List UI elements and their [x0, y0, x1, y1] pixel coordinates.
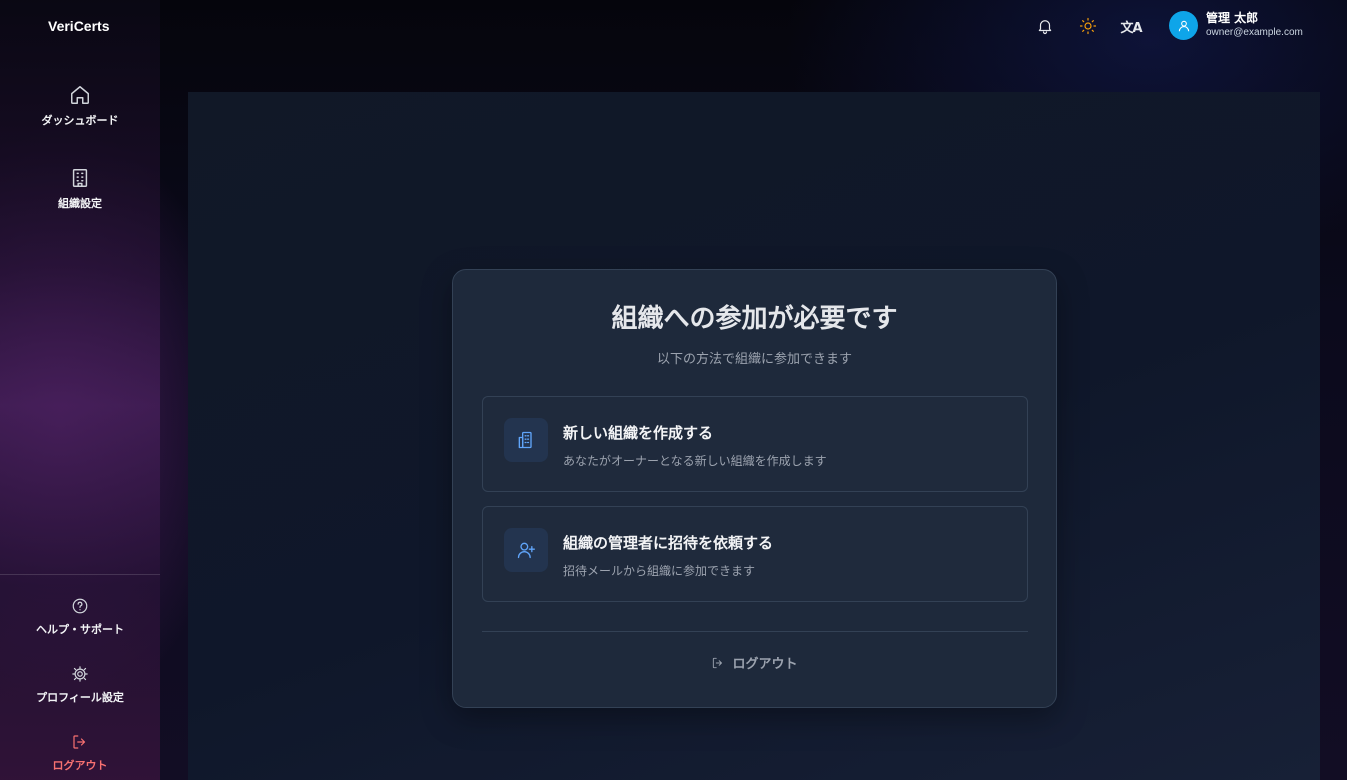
sun-icon: [1079, 17, 1097, 35]
card-divider: [482, 631, 1028, 632]
bell-icon: [1038, 20, 1052, 35]
sidebar-item-label: プロフィール設定: [36, 691, 124, 704]
option-description: あなたがオーナーとなる新しい組織を作成します: [563, 454, 827, 468]
page-subtitle: 以下の方法で組織に参加できます: [656, 352, 852, 367]
logout-label: ログアウト: [732, 657, 798, 672]
user-info: 管理 太郎 owner@example.com: [1206, 11, 1303, 40]
request-invitation-option[interactable]: 組織の管理者に招待を依頼する 招待メールから組織に参加できます: [482, 506, 1028, 602]
language-button[interactable]: 文A: [1120, 15, 1142, 37]
sidebar-item-label: ダッシュボード: [41, 114, 119, 127]
option-title: 組織の管理者に招待を依頼する: [563, 534, 774, 552]
theme-toggle-button[interactable]: [1077, 15, 1099, 37]
logout-icon: [73, 735, 86, 749]
avatar: [1169, 11, 1198, 40]
option-icon-container: [504, 418, 548, 462]
sidebar-divider: [0, 574, 160, 575]
sidebar-item-profile-settings[interactable]: プロフィール設定: [0, 665, 160, 705]
sidebar: VeriCerts ダッシュボード 組織設定 ヘルプ・サポート プロフィール設定: [0, 0, 160, 780]
option-icon-container: [504, 528, 548, 572]
create-organization-option[interactable]: 新しい組織を作成する あなたがオーナーとなる新しい組織を作成します: [482, 396, 1028, 492]
building-icon: [518, 431, 532, 449]
option-title: 新しい組織を作成する: [563, 424, 714, 442]
building-icon: [72, 169, 88, 187]
option-description: 招待メールから組織に参加できます: [563, 564, 756, 578]
page-title: 組織への参加が必要です: [611, 304, 898, 334]
user-icon: [1178, 20, 1189, 31]
sidebar-item-logout[interactable]: ログアウト: [0, 733, 160, 773]
brand-logo[interactable]: VeriCerts: [48, 18, 109, 34]
sidebar-item-help-support[interactable]: ヘルプ・サポート: [0, 597, 160, 637]
logout-button[interactable]: ログアウト: [453, 653, 1056, 672]
gear-icon: [72, 666, 88, 682]
user-email: owner@example.com: [1206, 27, 1303, 38]
sidebar-item-dashboard[interactable]: ダッシュボード: [0, 84, 160, 128]
notifications-button[interactable]: [1034, 15, 1056, 37]
user-name: 管理 太郎: [1206, 11, 1259, 25]
translate-icon: 文A: [1120, 20, 1142, 36]
sidebar-item-label: ログアウト: [52, 759, 108, 772]
sidebar-item-label: ヘルプ・サポート: [36, 623, 124, 636]
join-organization-card: 組織への参加が必要です 以下の方法で組織に参加できます 新しい組織を作成する あ…: [452, 269, 1057, 708]
home-icon: [71, 86, 89, 104]
help-circle-icon: [72, 598, 88, 614]
user-plus-icon: [517, 542, 535, 559]
logout-icon: [713, 657, 723, 668]
user-menu[interactable]: 管理 太郎 owner@example.com: [1169, 11, 1303, 40]
sidebar-item-organization-settings[interactable]: 組織設定: [0, 167, 160, 211]
sidebar-item-label: 組織設定: [58, 197, 102, 210]
